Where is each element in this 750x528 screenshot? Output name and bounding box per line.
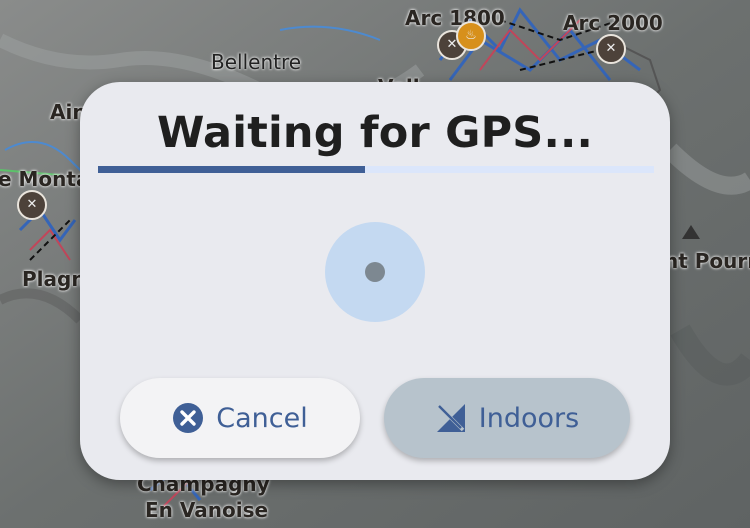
food-icon[interactable]: ♨: [456, 21, 486, 51]
windmill-icon[interactable]: ✕: [596, 34, 626, 64]
place-label: Plagn: [22, 267, 86, 291]
progress-fill: [98, 166, 365, 173]
gps-location-dot: [365, 262, 385, 282]
dialog-title: Waiting for GPS...: [156, 108, 594, 158]
place-label: nt Pourri: [664, 249, 750, 273]
windmill-icon[interactable]: ✕: [17, 190, 47, 220]
cancel-button-label: Cancel: [216, 402, 308, 434]
indoors-button-label: Indoors: [478, 402, 580, 434]
cancel-circle-icon: [173, 403, 204, 433]
gps-location-halo: [325, 222, 425, 322]
place-label: Arc 1800: [405, 6, 505, 30]
gps-wait-dialog: Waiting for GPS... Cancel Indoors: [80, 82, 670, 480]
place-label: e Monta: [0, 167, 90, 191]
progress-bar: [98, 166, 654, 173]
indoors-button[interactable]: Indoors: [384, 378, 630, 458]
place-label: Arc 2000: [563, 11, 663, 35]
cancel-button[interactable]: Cancel: [120, 378, 360, 458]
place-label: En Vanoise: [145, 498, 269, 522]
location-off-icon: [436, 404, 465, 432]
peak-icon: [682, 225, 700, 239]
place-label: Bellentre: [211, 50, 302, 74]
